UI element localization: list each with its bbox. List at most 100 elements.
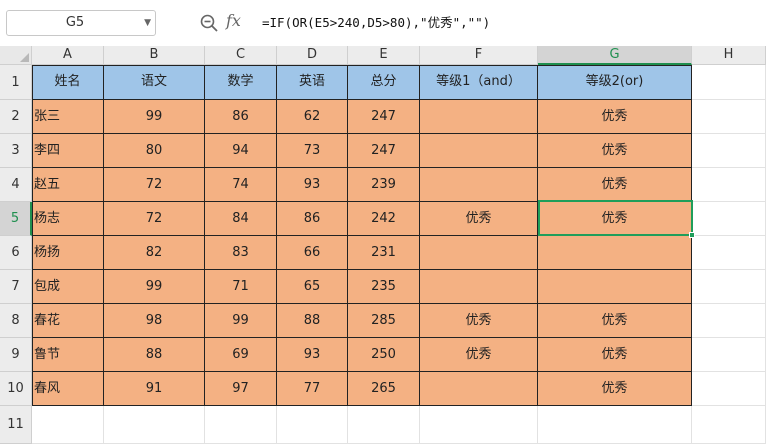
table-cell[interactable]: 74	[205, 168, 277, 202]
cell-h7[interactable]	[692, 270, 766, 304]
cell-h8[interactable]	[692, 304, 766, 338]
table-cell[interactable]: 86	[205, 100, 277, 134]
row-header-5[interactable]: 5	[0, 202, 32, 236]
table-cell[interactable]: 71	[205, 270, 277, 304]
table-cell[interactable]: 优秀	[420, 304, 538, 338]
table-cell[interactable]: 优秀	[420, 338, 538, 372]
table-cell[interactable]: 242	[348, 202, 420, 236]
table-cell[interactable]	[420, 372, 538, 406]
table-cell[interactable]: 250	[348, 338, 420, 372]
table-cell[interactable]: 80	[104, 134, 205, 168]
column-header-h[interactable]: H	[692, 46, 766, 65]
table-cell[interactable]: 91	[104, 372, 205, 406]
formula-input[interactable]: =IF(OR(E5>240,D5>80),"优秀","")	[262, 10, 490, 36]
row-header-7[interactable]: 7	[0, 270, 32, 304]
table-cell[interactable]: 99	[205, 304, 277, 338]
name-cell[interactable]: 春花	[32, 304, 104, 338]
column-header-e[interactable]: E	[348, 46, 420, 65]
table-cell[interactable]: 93	[277, 168, 348, 202]
select-all-corner[interactable]	[0, 46, 32, 65]
column-header-c[interactable]: C	[205, 46, 277, 65]
table-cell[interactable]: 99	[104, 100, 205, 134]
name-cell[interactable]: 包成	[32, 270, 104, 304]
row-header-11[interactable]: 11	[0, 406, 32, 444]
table-cell[interactable]: 84	[205, 202, 277, 236]
name-cell[interactable]: 鲁节	[32, 338, 104, 372]
table-cell[interactable]	[420, 134, 538, 168]
table-cell[interactable]: 72	[104, 202, 205, 236]
column-header-d[interactable]: D	[277, 46, 348, 65]
table-cell[interactable]: 88	[104, 338, 205, 372]
cell-a11[interactable]	[32, 406, 104, 444]
table-cell[interactable]: 65	[277, 270, 348, 304]
table-cell[interactable]: 235	[348, 270, 420, 304]
cell-b11[interactable]	[104, 406, 205, 444]
table-cell[interactable]	[420, 270, 538, 304]
chevron-down-icon[interactable]: ▼	[144, 11, 151, 35]
name-cell[interactable]: 春风	[32, 372, 104, 406]
table-cell[interactable]	[538, 270, 692, 304]
table-cell[interactable]: 88	[277, 304, 348, 338]
table-cell[interactable]: 优秀	[538, 100, 692, 134]
table-header-cell[interactable]: 等级1（and）	[420, 65, 538, 100]
table-cell[interactable]: 77	[277, 372, 348, 406]
table-cell[interactable]: 247	[348, 100, 420, 134]
name-cell[interactable]: 赵五	[32, 168, 104, 202]
row-header-6[interactable]: 6	[0, 236, 32, 270]
cell-h4[interactable]	[692, 168, 766, 202]
cell-h1[interactable]	[692, 65, 766, 100]
cell-h6[interactable]	[692, 236, 766, 270]
table-cell[interactable]: 优秀	[538, 372, 692, 406]
row-header-9[interactable]: 9	[0, 338, 32, 372]
table-cell[interactable]: 97	[205, 372, 277, 406]
cell-h3[interactable]	[692, 134, 766, 168]
table-header-cell[interactable]: 总分	[348, 65, 420, 100]
name-box[interactable]: G5 ▼	[6, 10, 156, 36]
cell-h11[interactable]	[692, 406, 766, 444]
row-header-2[interactable]: 2	[0, 100, 32, 134]
column-header-f[interactable]: F	[420, 46, 538, 65]
table-cell[interactable]: 285	[348, 304, 420, 338]
row-header-8[interactable]: 8	[0, 304, 32, 338]
table-cell[interactable]: 66	[277, 236, 348, 270]
table-cell[interactable]	[420, 236, 538, 270]
table-cell[interactable]: 94	[205, 134, 277, 168]
table-cell[interactable]: 82	[104, 236, 205, 270]
table-header-cell[interactable]: 姓名	[32, 65, 104, 100]
column-header-g[interactable]: G	[538, 46, 692, 65]
table-cell[interactable]: 99	[104, 270, 205, 304]
row-header-10[interactable]: 10	[0, 372, 32, 406]
table-cell[interactable]: 优秀	[538, 202, 692, 236]
cell-f11[interactable]	[420, 406, 538, 444]
cell-h2[interactable]	[692, 100, 766, 134]
table-cell[interactable]	[420, 100, 538, 134]
table-header-cell[interactable]: 数学	[205, 65, 277, 100]
table-cell[interactable]: 231	[348, 236, 420, 270]
table-cell[interactable]: 优秀	[538, 304, 692, 338]
table-cell[interactable]: 83	[205, 236, 277, 270]
row-header-1[interactable]: 1	[0, 65, 32, 100]
table-cell[interactable]: 72	[104, 168, 205, 202]
table-cell[interactable]	[420, 168, 538, 202]
name-cell[interactable]: 张三	[32, 100, 104, 134]
table-cell[interactable]: 86	[277, 202, 348, 236]
table-header-cell[interactable]: 等级2(or)	[538, 65, 692, 100]
row-header-3[interactable]: 3	[0, 134, 32, 168]
table-cell[interactable]: 69	[205, 338, 277, 372]
table-header-cell[interactable]: 英语	[277, 65, 348, 100]
cell-h5[interactable]	[692, 202, 766, 236]
cell-d11[interactable]	[277, 406, 348, 444]
table-cell[interactable]: 优秀	[420, 202, 538, 236]
table-cell[interactable]: 73	[277, 134, 348, 168]
cell-c11[interactable]	[205, 406, 277, 444]
table-cell[interactable]: 62	[277, 100, 348, 134]
table-header-cell[interactable]: 语文	[104, 65, 205, 100]
table-cell[interactable]: 优秀	[538, 338, 692, 372]
name-cell[interactable]: 杨志	[32, 202, 104, 236]
table-cell[interactable]: 优秀	[538, 168, 692, 202]
table-cell[interactable]: 265	[348, 372, 420, 406]
zoom-out-icon[interactable]	[199, 13, 219, 33]
cell-g11[interactable]	[538, 406, 692, 444]
column-header-a[interactable]: A	[32, 46, 104, 65]
table-cell[interactable]: 247	[348, 134, 420, 168]
